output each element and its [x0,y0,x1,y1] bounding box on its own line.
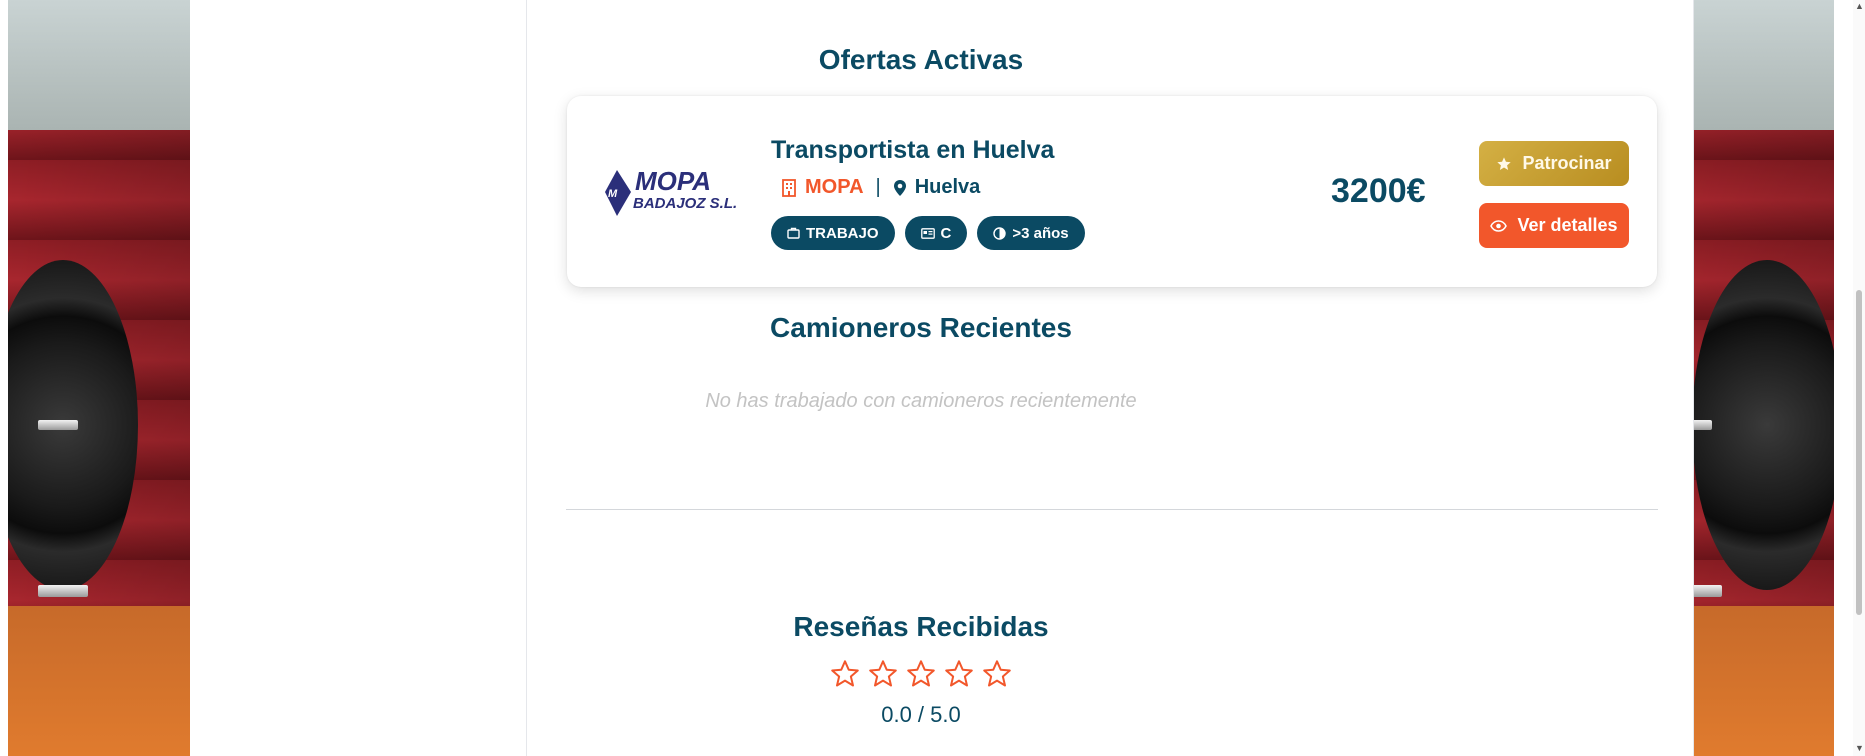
logo-text-sub: BADAJOZ S.L. [633,195,737,212]
star-icon [1496,156,1512,172]
tag-label: TRABAJO [806,224,879,242]
company-logo: M MOPA BADAJOZ S.L. [603,164,743,220]
tag-job-type: TRABAJO [771,216,895,250]
rating-stars [190,658,1652,690]
location-pin-icon [893,179,907,197]
tag-label: C [940,224,952,242]
scroll-up-arrow-icon[interactable]: ▲ [1855,2,1864,11]
meta-separator: | [875,176,881,198]
offer-title[interactable]: Transportista en Huelva [771,136,1054,165]
star-outline-icon [907,660,935,687]
truckers-section-title: Camioneros Recientes [770,312,1072,343]
tag-license: C [904,216,968,250]
rating-score: 0.0 / 5.0 [881,702,961,727]
main-content: Ofertas Activas M MOPA BADAJOZ S.L. Tran… [190,0,1694,756]
briefcase-icon [787,227,800,239]
star-outline-icon [869,660,897,687]
scrollbar-thumb[interactable] [1856,290,1862,615]
reviews-section-title: Reseñas Recibidas [793,611,1049,642]
offers-section-title: Ofertas Activas [818,44,1024,75]
offer-card[interactable]: M MOPA BADAJOZ S.L. Transportista en Hue… [567,96,1657,287]
tag-experience: >3 años [977,216,1085,250]
tag-label: >3 años [1012,224,1069,242]
truck-chrome [38,585,88,597]
offer-tags: TRABAJO C >3 años [771,216,1085,250]
sponsor-button[interactable]: Patrocinar [1479,141,1629,186]
truck-chrome [38,420,78,430]
scroll-down-arrow-icon[interactable]: ▼ [1855,744,1864,753]
eye-icon [1490,219,1508,232]
license-card-icon [920,227,935,239]
svg-text:M: M [608,188,618,200]
view-details-label: Ver detalles [1517,215,1618,235]
page-scrollbar[interactable]: ▲ ▼ [1853,0,1865,756]
background-road [8,606,190,756]
star-outline-icon [983,660,1011,687]
offer-meta: MOPA | Huelva [781,176,980,199]
location-name: Huelva [914,176,981,198]
truckers-empty-message: No has trabajado con camioneros reciente… [705,390,1137,412]
truck-wheel [1692,260,1834,590]
sponsor-button-label: Patrocinar [1522,153,1612,173]
section-divider [566,509,1658,510]
offer-price: 3200€ [1331,172,1426,210]
building-icon [781,178,797,197]
star-outline-icon [831,660,859,687]
logo-text-main: MOPA [635,166,711,196]
truck-background-left [8,0,190,756]
background-sky [8,0,190,130]
view-details-button[interactable]: Ver detalles [1479,203,1629,248]
company-name[interactable]: MOPA [805,176,864,199]
star-outline-icon [945,660,973,687]
experience-icon [993,226,1007,240]
